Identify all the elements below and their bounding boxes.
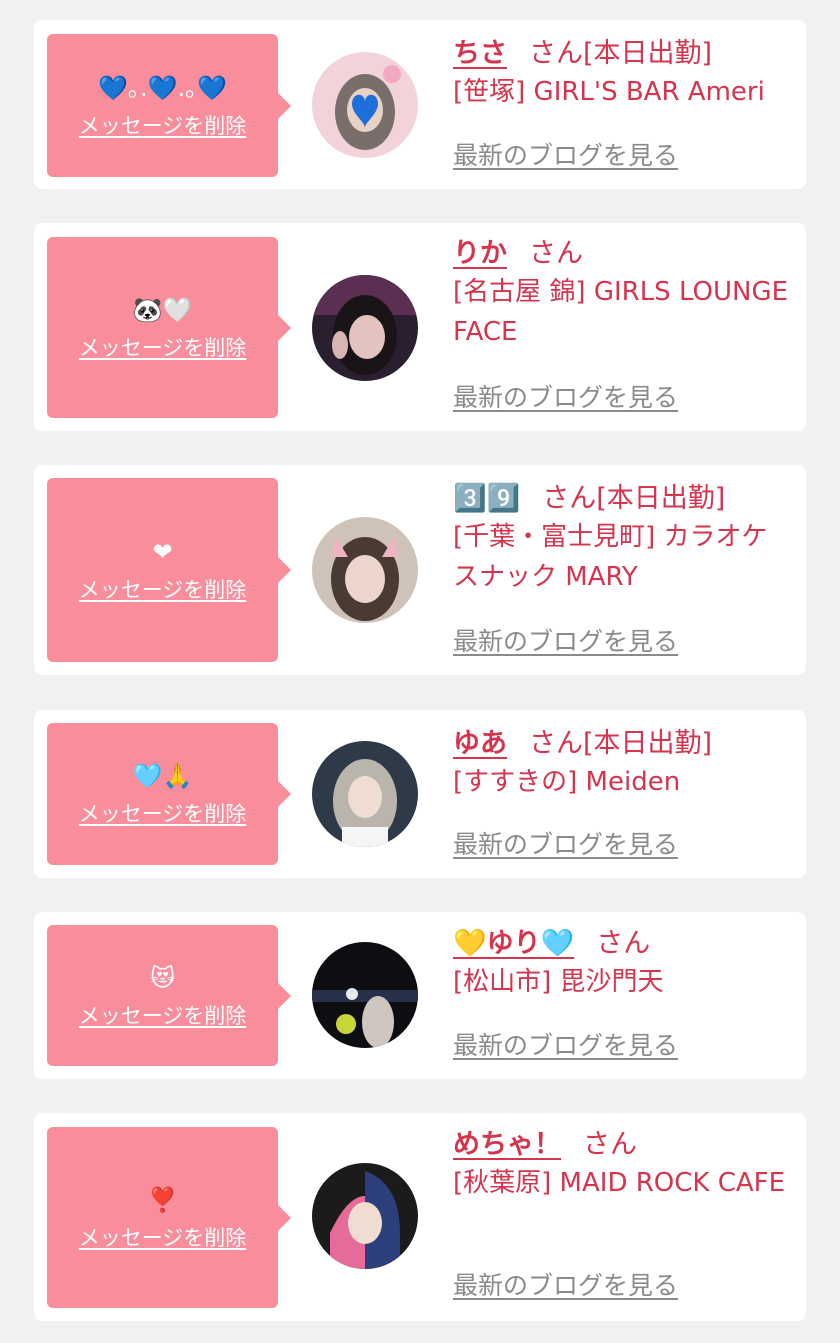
shop-name: [すすきの] Meiden xyxy=(453,767,681,797)
delete-message-link[interactable]: メッセージを削除 xyxy=(79,1225,247,1251)
latest-blog-link[interactable]: 最新のブログを見る xyxy=(453,1271,678,1301)
delete-message-link[interactable]: メッセージを削除 xyxy=(79,801,247,827)
delete-message-link[interactable]: メッセージを削除 xyxy=(79,577,247,603)
shop-name: [名古屋 錦] GIRLS LOUNGE FACE xyxy=(453,277,789,347)
shop-name: [秋葉原] MAID ROCK CAFE xyxy=(453,1168,786,1198)
honorific: さん xyxy=(583,1129,637,1160)
user-info: りか さん [名古屋 錦] GIRLS LOUNGE FACE xyxy=(453,236,793,352)
shop-name: [松山市] 毘沙門天 xyxy=(453,967,664,997)
message-bubble: 🐼🤍 メッセージを削除 xyxy=(47,237,291,418)
avatar[interactable] xyxy=(312,52,418,158)
message-text: ❤ xyxy=(152,538,173,566)
avatar[interactable] xyxy=(312,741,418,847)
latest-blog-link[interactable]: 最新のブログを見る xyxy=(453,141,678,171)
status-badge: [本日出勤] xyxy=(583,38,713,69)
avatar[interactable] xyxy=(312,1163,418,1269)
user-name-link[interactable]: りか xyxy=(453,238,507,269)
message-card: 🐼🤍 メッセージを削除 りか さん [名古屋 錦] GIRLS LOUNGE FA… xyxy=(34,223,806,431)
user-name-link[interactable]: ちさ xyxy=(453,38,507,69)
avatar[interactable] xyxy=(312,517,418,623)
user-info: ゆあ さん[本日出勤] [すすきの] Meiden xyxy=(453,726,793,802)
message-card: ❣️ メッセージを削除 めちゃ！ さん [秋葉原] MAID ROCK CAFE … xyxy=(34,1113,806,1321)
user-name-link[interactable]: ゆあ xyxy=(453,728,507,759)
status-badge: [本日出勤] xyxy=(583,728,713,759)
message-card: ❤ メッセージを削除 3️⃣9️⃣ さん[本日出勤] [千葉・富士見町] カラオケ… xyxy=(34,465,806,675)
message-bubble: 😻 メッセージを削除 xyxy=(47,925,291,1066)
shop-name: [笹塚] GIRL'S BAR Ameri xyxy=(453,77,765,107)
avatar[interactable] xyxy=(312,275,418,381)
message-text: 🐼🤍 xyxy=(132,295,193,324)
delete-message-link[interactable]: メッセージを削除 xyxy=(79,113,247,139)
message-card: 🩵🙏 メッセージを削除 ゆあ さん[本日出勤] [すすきの] Meiden 最新の… xyxy=(34,710,806,878)
message-text: ❣️ xyxy=(147,1185,178,1214)
latest-blog-link[interactable]: 最新のブログを見る xyxy=(453,627,678,657)
user-name-link[interactable]: めちゃ！ xyxy=(453,1129,561,1160)
user-name-link[interactable]: 3️⃣9️⃣ xyxy=(453,483,520,514)
honorific: さん xyxy=(529,728,583,759)
message-bubble: 💙｡.💙.｡💙 メッセージを削除 xyxy=(47,34,291,177)
shop-name: [千葉・富士見町] カラオケスナック MARY xyxy=(453,522,768,592)
message-card: 💙｡.💙.｡💙 メッセージを削除 ちさ さん[本日出勤] [笹塚] GIRL'S … xyxy=(34,20,806,189)
user-info: ちさ さん[本日出勤] [笹塚] GIRL'S BAR Ameri xyxy=(453,36,793,112)
delete-message-link[interactable]: メッセージを削除 xyxy=(79,1003,247,1029)
status-badge: [本日出勤] xyxy=(596,483,726,514)
latest-blog-link[interactable]: 最新のブログを見る xyxy=(453,830,678,860)
delete-message-link[interactable]: メッセージを削除 xyxy=(79,335,247,361)
honorific: さん xyxy=(529,38,583,69)
message-text: 💙｡.💙.｡💙 xyxy=(98,73,227,102)
message-card: 😻 メッセージを削除 💛ゆり🩵 さん [松山市] 毘沙門天 最新のブログを見る xyxy=(34,912,806,1079)
honorific: さん xyxy=(542,483,597,514)
latest-blog-link[interactable]: 最新のブログを見る xyxy=(453,1031,678,1061)
honorific: さん xyxy=(529,238,583,269)
user-info: 3️⃣9️⃣ さん[本日出勤] [千葉・富士見町] カラオケスナック MARY xyxy=(453,481,793,597)
latest-blog-link[interactable]: 最新のブログを見る xyxy=(453,383,678,413)
user-info: 💛ゆり🩵 さん [松山市] 毘沙門天 xyxy=(453,926,793,1002)
avatar[interactable] xyxy=(312,942,418,1048)
message-text: 😻 xyxy=(149,963,176,992)
honorific: さん xyxy=(596,928,651,959)
message-text: 🩵🙏 xyxy=(132,762,193,790)
user-name-link[interactable]: 💛ゆり🩵 xyxy=(453,928,574,959)
message-bubble: ❣️ メッセージを削除 xyxy=(47,1127,291,1308)
user-info: めちゃ！ さん [秋葉原] MAID ROCK CAFE xyxy=(453,1127,793,1203)
message-bubble: 🩵🙏 メッセージを削除 xyxy=(47,723,291,865)
message-bubble: ❤ メッセージを削除 xyxy=(47,478,291,662)
